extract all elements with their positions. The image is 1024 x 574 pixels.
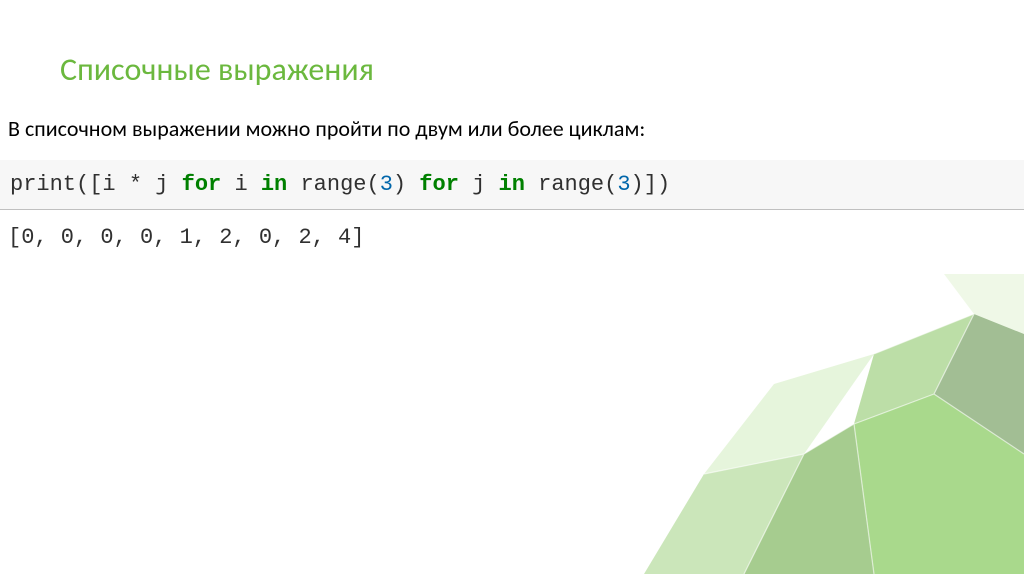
code-text: i [221,172,261,197]
keyword-in: in [499,172,525,197]
code-text: range( [287,172,379,197]
slide-container: Списочные выражения В списочном выражени… [0,0,1024,574]
output-block: [0, 0, 0, 0, 1, 2, 0, 2, 4] [8,225,364,250]
number-literal: 3 [617,172,630,197]
code-block: print([i * j for i in range(3) for j in … [0,160,1024,210]
code-text: ) [393,172,419,197]
keyword-in: in [261,172,287,197]
decorative-graphic [544,274,1024,574]
keyword-for: for [182,172,222,197]
number-literal: 3 [380,172,393,197]
slide-description: В списочном выражении можно пройти по дв… [8,115,645,142]
slide-title: Списочные выражения [60,50,374,89]
code-text: range( [525,172,617,197]
keyword-for: for [419,172,459,197]
code-text: )]) [631,172,671,197]
code-text: j [459,172,499,197]
code-text: print([i * j [10,172,182,197]
